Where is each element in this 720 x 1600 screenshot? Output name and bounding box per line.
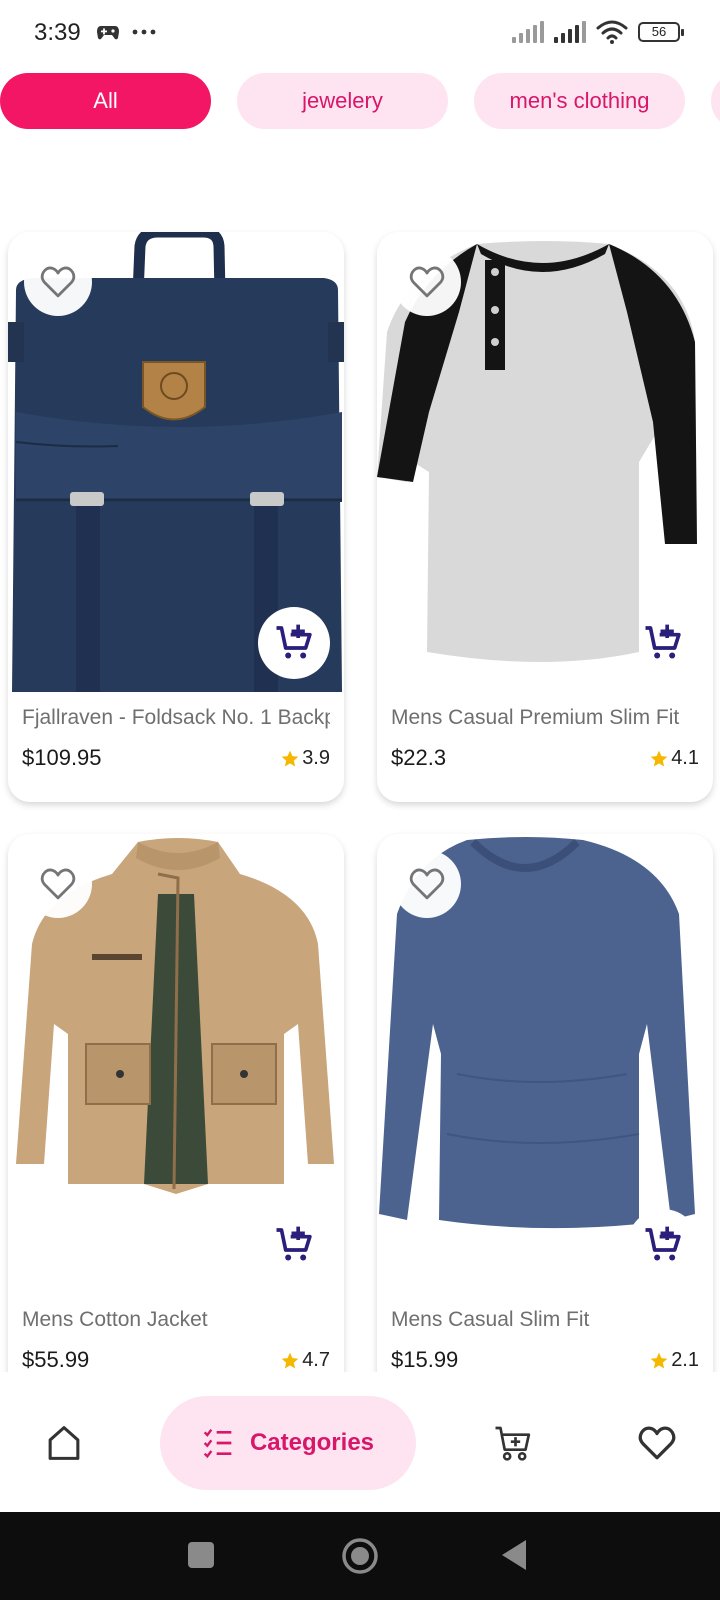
game-controller-icon — [97, 26, 119, 40]
battery-indicator: 56 — [638, 22, 684, 42]
product-price: $109.95 — [22, 745, 102, 770]
nav-categories-button[interactable]: Categories — [160, 1396, 416, 1490]
add-to-cart-button[interactable] — [627, 1209, 699, 1281]
recent-apps-icon[interactable] — [186, 1540, 216, 1570]
home-icon — [48, 1426, 80, 1460]
category-filter-row: All jewelery men's clothing — [0, 72, 720, 130]
product-title: Fjallraven - Foldsack No. 1 Backpack — [22, 706, 330, 729]
nav-categories-label: Categories — [249, 1429, 375, 1456]
system-navigation-bar — [0, 1512, 720, 1600]
back-icon[interactable] — [500, 1538, 530, 1572]
signal-sim1-icon — [512, 21, 544, 43]
list-icon — [203, 1428, 232, 1459]
home-system-icon[interactable] — [340, 1536, 380, 1576]
product-title: Mens Casual Premium Slim Fit — [391, 706, 680, 729]
product-rating: 4.1 — [649, 747, 699, 770]
heart-icon — [40, 266, 76, 298]
status-time: 3:39 — [34, 19, 81, 46]
nav-favorites-button[interactable] — [620, 1406, 694, 1480]
category-chip-jewelery[interactable]: jewelery — [237, 73, 448, 129]
add-to-cart-icon — [645, 624, 681, 659]
star-icon — [281, 1352, 299, 1368]
star-icon — [650, 750, 668, 766]
bottom-navigation: Categories — [0, 1372, 720, 1512]
status-left-icons — [96, 22, 156, 42]
rating-value: 4.7 — [302, 1349, 330, 1371]
rating-value: 4.1 — [671, 747, 699, 769]
star-icon — [281, 750, 299, 766]
product-rating: 4.7 — [280, 1349, 330, 1372]
product-card[interactable]: Mens Cotton Jacket $55.99 4.7 — [8, 834, 344, 1404]
add-to-cart-button[interactable] — [258, 607, 330, 679]
favorite-button[interactable] — [24, 248, 92, 316]
signal-sim2-icon — [554, 21, 586, 43]
status-right-icons: 56 — [512, 20, 684, 44]
wifi-icon — [596, 20, 628, 44]
heart-icon — [409, 266, 445, 298]
rating-value: 3.9 — [302, 747, 330, 769]
product-card[interactable]: Fjallraven - Foldsack No. 1 Backpack $10… — [8, 232, 344, 802]
favorite-button[interactable] — [393, 248, 461, 316]
heart-icon — [638, 1426, 676, 1460]
product-card[interactable]: Mens Casual Slim Fit $15.99 2.1 — [377, 834, 713, 1404]
category-chip-next[interactable] — [711, 73, 720, 129]
rating-value: 2.1 — [671, 1349, 699, 1371]
nav-cart-button[interactable] — [476, 1406, 550, 1480]
screen: 3:39 56 All jewelery men's clothing Fjal… — [0, 0, 720, 1600]
star-icon — [650, 1352, 668, 1368]
cart-icon — [495, 1426, 531, 1461]
category-chip-mens-clothing[interactable]: men's clothing — [474, 73, 685, 129]
product-rating: 3.9 — [280, 747, 330, 770]
product-rating: 2.1 — [649, 1349, 699, 1372]
category-chip-all[interactable]: All — [0, 73, 211, 129]
product-title: Mens Casual Slim Fit — [391, 1308, 590, 1331]
product-price: $55.99 — [22, 1347, 90, 1372]
heart-icon — [40, 868, 76, 900]
add-to-cart-button[interactable] — [627, 607, 699, 679]
nav-home-button[interactable] — [34, 1406, 94, 1480]
product-price: $22.3 — [391, 745, 447, 770]
product-price: $15.99 — [391, 1347, 459, 1372]
more-dots-icon — [132, 29, 156, 35]
favorite-button[interactable] — [24, 850, 92, 918]
heart-icon — [409, 868, 445, 900]
favorite-button[interactable] — [393, 850, 461, 918]
product-title: Mens Cotton Jacket — [22, 1308, 208, 1331]
status-bar: 3:39 56 — [0, 0, 720, 68]
add-to-cart-button[interactable] — [258, 1209, 330, 1281]
add-to-cart-icon — [276, 624, 312, 659]
add-to-cart-icon — [645, 1226, 681, 1261]
product-card[interactable]: Mens Casual Premium Slim Fit $22.3 4.1 — [377, 232, 713, 802]
add-to-cart-icon — [276, 1226, 312, 1261]
